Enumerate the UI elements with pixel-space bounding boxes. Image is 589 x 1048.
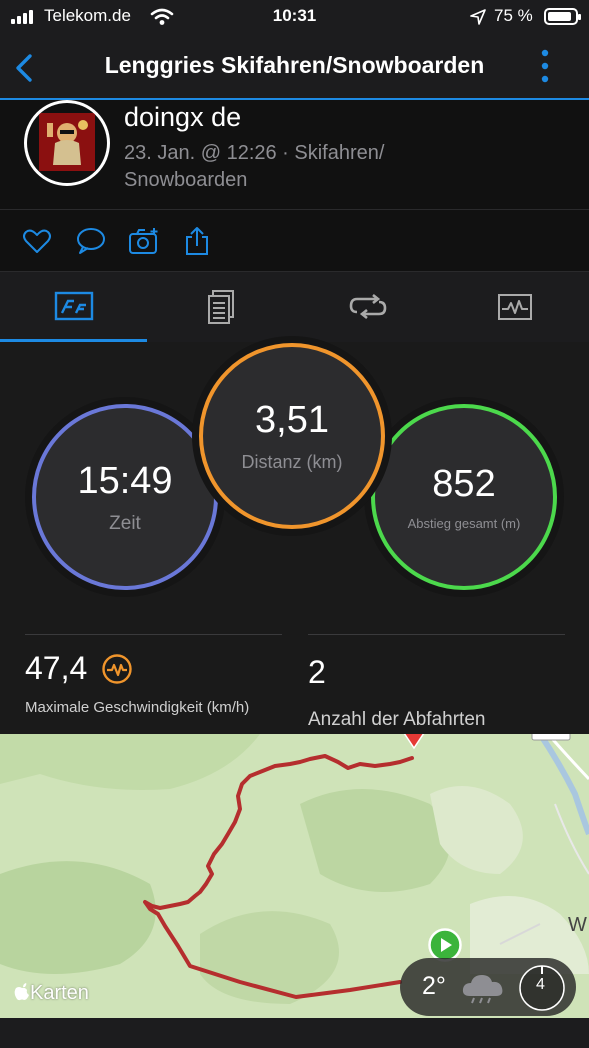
cloud-rain-icon [462, 975, 503, 1004]
battery-percentage: 75 % [494, 6, 533, 25]
activity-date-type: 23. Jan. @ 12:26 · Skifahren/ [124, 142, 385, 164]
activity-meta: 23. Jan. @ 12:26 · Skifahren/ Snowboarde… [124, 140, 444, 194]
time-stat-circle[interactable]: 15:49 Zeit [32, 404, 218, 590]
apple-logo-icon [14, 983, 29, 1001]
status-bar: Telekom.de 10:31 75 % [0, 0, 589, 34]
descent-value: 852 [432, 463, 496, 505]
page-title: Lenggries Skifahren/Snowboarden [104, 52, 485, 78]
add-photo-camera-icon[interactable] [128, 226, 160, 256]
wind-speed: 4 [536, 976, 545, 993]
map-attribution-text: Karten [30, 982, 89, 1004]
nav-bar: Lenggries Skifahren/Snowboarden [0, 34, 589, 100]
start-play-icon [428, 928, 462, 962]
more-menu-icon[interactable] [535, 48, 555, 86]
tab-laps[interactable] [294, 272, 441, 342]
runs-value: 2 [308, 654, 326, 690]
runs-label: Anzahl der Abfahrten [308, 709, 486, 730]
map-place-label: W [568, 914, 587, 936]
avatar[interactable] [24, 100, 110, 186]
time-value: 15:49 [77, 459, 173, 502]
comment-bubble-icon[interactable] [76, 226, 106, 256]
laps-repeat-icon [349, 294, 386, 320]
battery-icon [544, 8, 581, 25]
activity-pulse-icon [102, 653, 132, 684]
action-row [0, 210, 589, 272]
tab-bar [0, 272, 589, 342]
divider [308, 634, 565, 635]
max-speed-label: Maximale Geschwindigkeit (km/h) [25, 699, 250, 716]
descent-stat-circle[interactable]: 852 Abstieg gesamt (m) [371, 404, 557, 590]
chart-monitor-icon [498, 294, 532, 320]
distance-value: 3,51 [255, 399, 329, 441]
route-map[interactable]: W Karten 2° 4 [0, 734, 589, 1018]
activity-type-continued: Snowboarden [124, 169, 248, 191]
distance-stat-circle[interactable]: 3,51 Distanz (km) [199, 343, 385, 529]
avatar-image [39, 113, 95, 171]
distance-label: Distanz (km) [241, 452, 343, 472]
max-speed-value: 47,4 [25, 650, 88, 686]
tab-charts[interactable] [441, 272, 589, 342]
weather-temperature: 2° [422, 972, 446, 1000]
max-speed-metric[interactable]: 47,4 Maximale Geschwindigkeit (km/h) [25, 650, 249, 716]
location-arrow-icon [470, 9, 486, 25]
user-name[interactable]: doingx de [124, 102, 241, 133]
activity-header: doingx de 23. Jan. @ 12:26 · Skifahren/ … [0, 100, 589, 210]
apple-maps-attribution: Karten [14, 982, 89, 1005]
time-label: Zeit [109, 512, 141, 534]
share-icon[interactable] [182, 226, 212, 256]
descent-label: Abstieg gesamt (m) [407, 516, 521, 531]
tab-details[interactable] [147, 272, 294, 342]
document-details-icon [207, 290, 234, 324]
stats-panel: 15:49 Zeit 852 Abstieg gesamt (m) 3,51 D… [0, 336, 589, 734]
weather-widget[interactable]: 2° 4 [400, 958, 576, 1016]
runs-metric[interactable]: 2 Anzahl der Abfahrten [308, 654, 485, 731]
divider [25, 634, 282, 635]
bottom-bar [0, 1018, 589, 1048]
tab-overview[interactable] [0, 272, 147, 342]
overview-stats-icon [54, 291, 93, 320]
end-pin-icon [403, 734, 425, 750]
like-heart-icon[interactable] [22, 226, 52, 256]
